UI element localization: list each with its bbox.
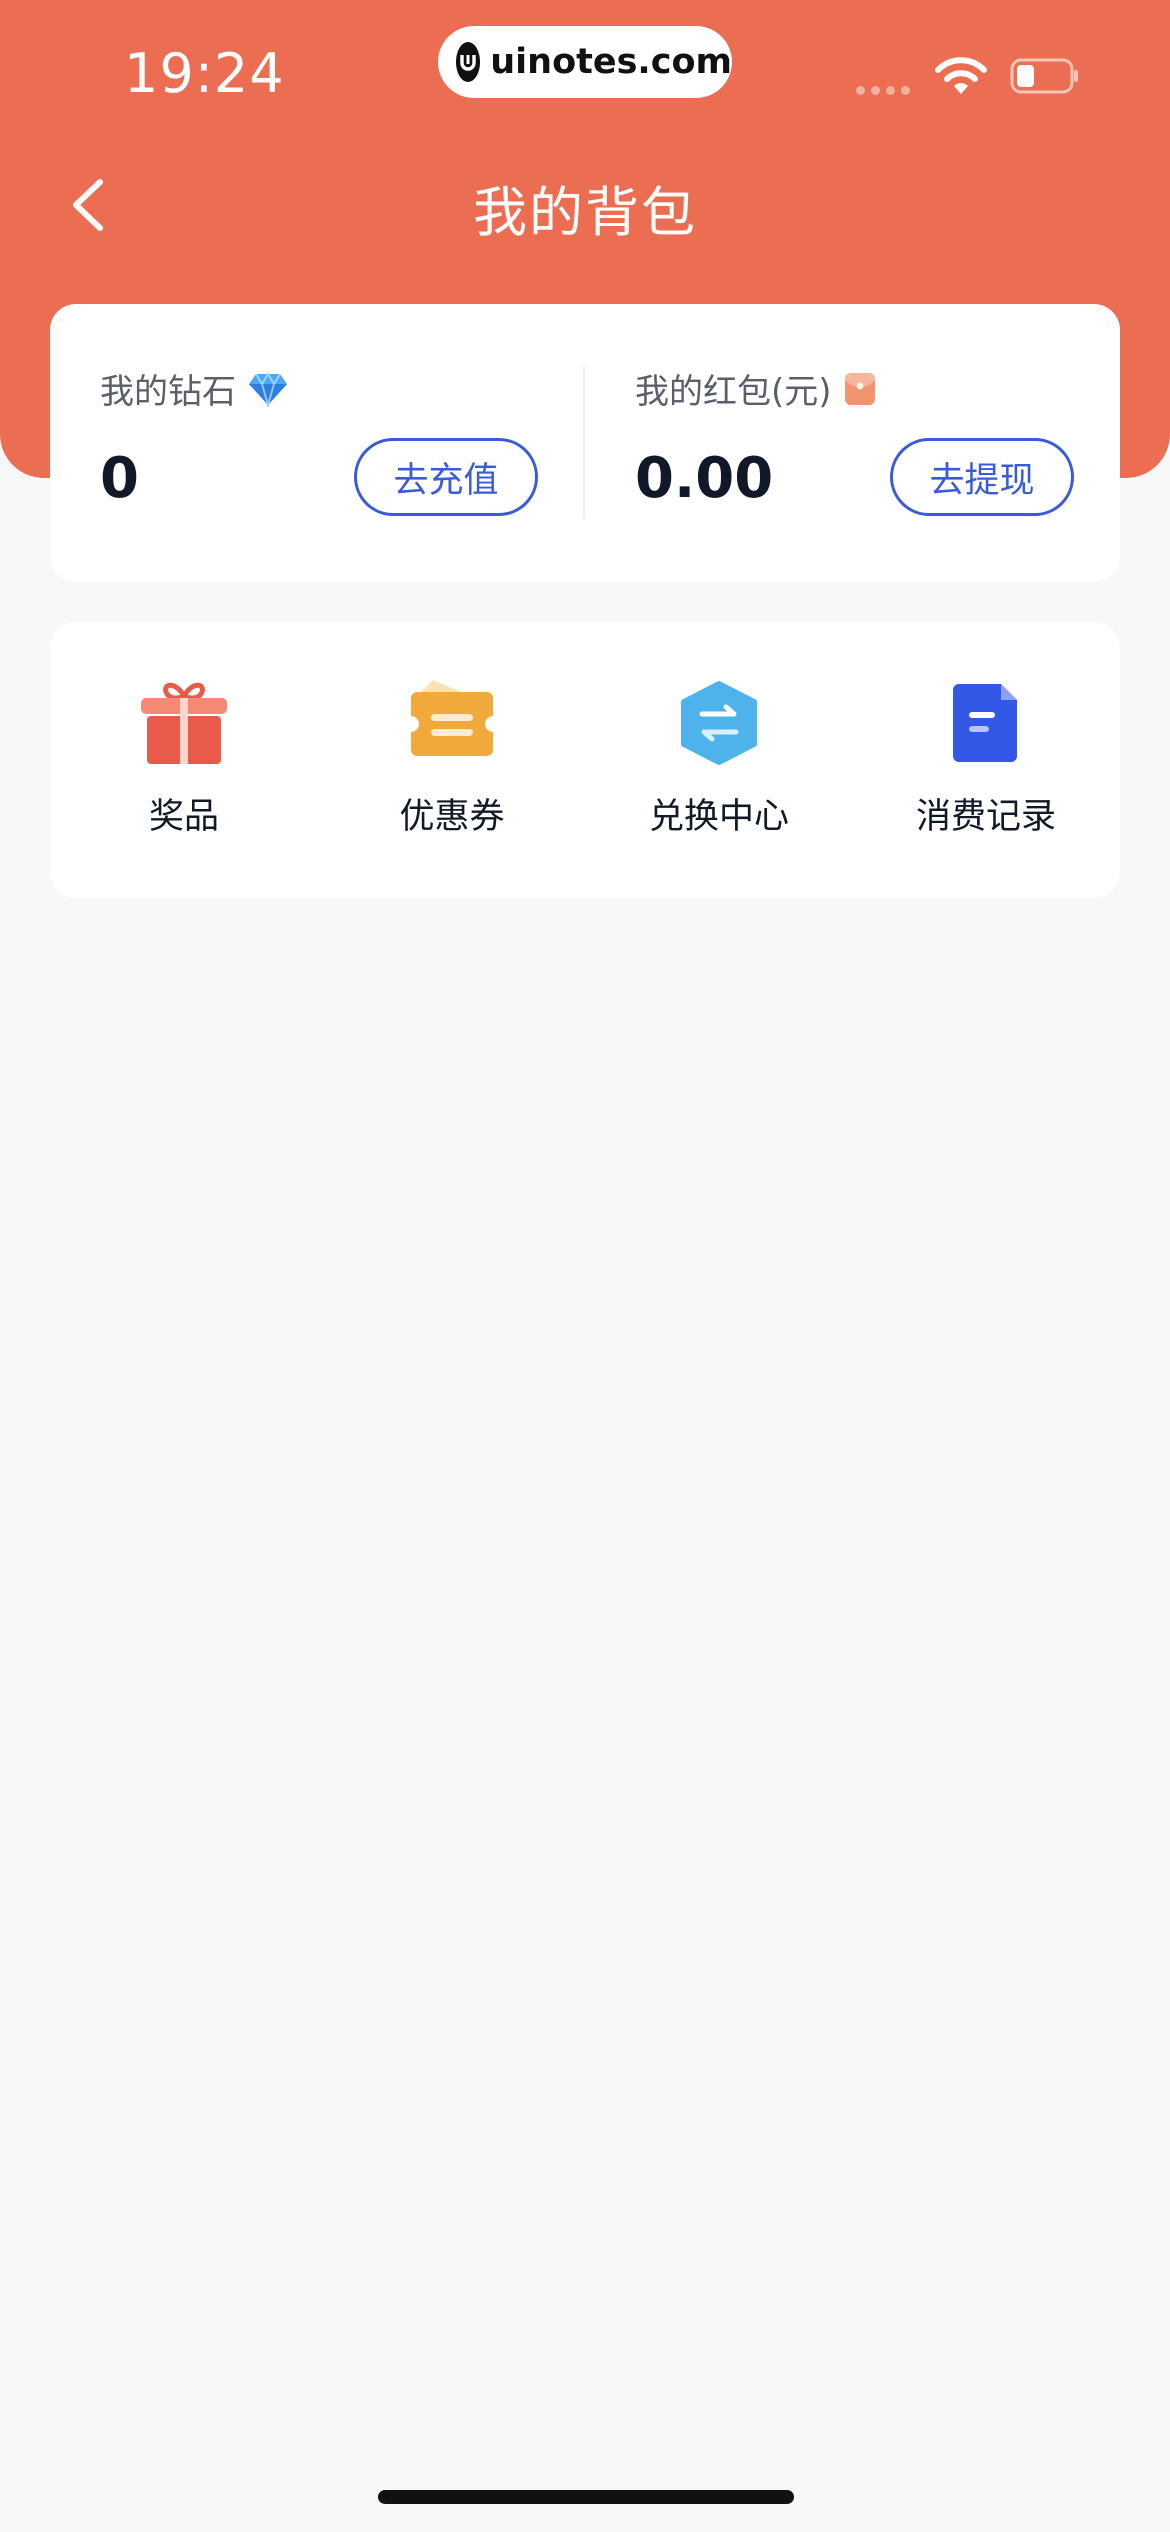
diamond-label: 我的钻石 xyxy=(100,364,288,413)
page-title: 我的背包 xyxy=(473,181,697,244)
red-packet-label-text: 我的红包(元) xyxy=(635,372,832,412)
url-text: uinotes.com xyxy=(490,42,732,82)
menu-label-coupons: 优惠券 xyxy=(399,797,505,837)
red-packet-balance-value: 0.00 xyxy=(635,446,774,511)
red-packet-balance: 我的红包(元) 0.00 去提现 xyxy=(585,304,1120,582)
cellular-signal-icon xyxy=(856,86,910,95)
menu-item-exchange-center[interactable]: 兑换中心 xyxy=(585,622,853,898)
menu-item-coupons[interactable]: 优惠券 xyxy=(318,622,586,898)
menu-label-exchange-center: 兑换中心 xyxy=(648,797,789,837)
url-badge: uinotes.com xyxy=(438,26,732,98)
menu-label-prizes: 奖品 xyxy=(148,797,219,837)
exchange-icon xyxy=(674,678,764,768)
wifi-icon xyxy=(934,56,988,96)
menu-item-purchase-history[interactable]: 消费记录 xyxy=(852,622,1120,898)
home-indicator[interactable] xyxy=(378,2490,794,2504)
menu-item-prizes[interactable]: 奖品 xyxy=(50,622,318,898)
red-packet-label: 我的红包(元) xyxy=(635,364,876,413)
red-packet-icon xyxy=(844,371,876,407)
menu-label-purchase-history: 消费记录 xyxy=(915,797,1056,837)
withdraw-button[interactable]: 去提现 xyxy=(890,438,1074,516)
battery-icon xyxy=(1010,58,1080,94)
site-logo-icon xyxy=(456,42,481,82)
diamond-label-text: 我的钻石 xyxy=(100,372,236,412)
gift-icon xyxy=(139,678,229,768)
diamond-balance: 我的钻石 0 去充值 xyxy=(50,304,584,582)
status-time: 19:24 xyxy=(124,42,285,105)
wallet-card: 我的钻石 0 去充值 我的红包(元) 0.00 去提现 xyxy=(50,304,1120,582)
diamond-icon xyxy=(248,371,288,407)
menu-card: 奖品 优惠券 兑换中心 消费记录 xyxy=(50,622,1120,898)
diamond-balance-value: 0 xyxy=(100,446,139,511)
record-document-icon xyxy=(941,678,1031,768)
coupon-icon xyxy=(407,678,497,768)
recharge-button[interactable]: 去充值 xyxy=(354,438,538,516)
